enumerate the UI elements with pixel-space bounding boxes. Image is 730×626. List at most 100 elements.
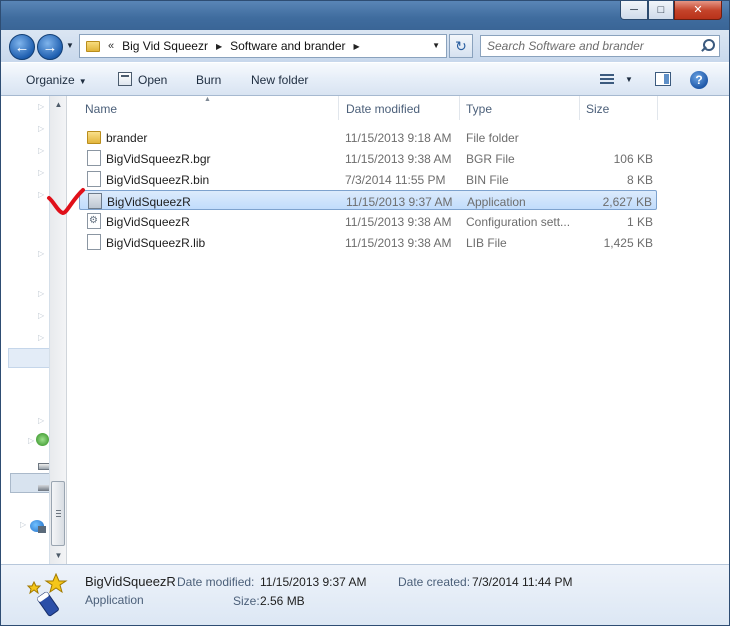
- recent-locations-dropdown[interactable]: ▼: [66, 41, 74, 50]
- folder-icon: [86, 40, 100, 52]
- expand-arrow-icon[interactable]: ▷: [38, 289, 44, 298]
- file-row-selected[interactable]: BigVidSqueezR 11/15/2013 9:37 AM Applica…: [79, 190, 657, 210]
- file-row[interactable]: brander 11/15/2013 9:18 AM File folder: [79, 127, 657, 147]
- maximize-button[interactable]: □: [648, 0, 674, 20]
- forward-button[interactable]: →: [37, 34, 63, 60]
- preview-pane-icon[interactable]: [655, 72, 671, 86]
- scroll-up-icon[interactable]: ▲: [50, 96, 67, 113]
- open-icon[interactable]: [118, 72, 132, 86]
- file-name: BigVidSqueezR: [106, 215, 190, 229]
- nav-pane-item[interactable]: [8, 348, 49, 368]
- file-size: 1,425 KB: [603, 236, 653, 250]
- file-size: 8 KB: [626, 173, 653, 187]
- file-size: 106 KB: [613, 152, 653, 166]
- grip-icon: [56, 510, 61, 518]
- expand-arrow-icon[interactable]: ▷: [38, 168, 44, 177]
- file-size: 2,627 KB: [602, 195, 652, 209]
- file-row[interactable]: BigVidSqueezR.bgr 11/15/2013 9:38 AM BGR…: [79, 148, 657, 168]
- date-modified-value: 11/15/2013 9:37 AM: [260, 575, 367, 589]
- search-icon[interactable]: [698, 37, 716, 55]
- column-divider[interactable]: [338, 96, 339, 120]
- organize-button[interactable]: Organize ▼: [26, 73, 87, 87]
- details-file-type: Application: [85, 593, 144, 607]
- open-button[interactable]: Open: [138, 73, 167, 87]
- column-header-type[interactable]: Type: [466, 102, 492, 116]
- document-icon: [87, 150, 101, 166]
- expand-arrow-icon[interactable]: ▷: [38, 146, 44, 155]
- arrow-left-icon: ←: [14, 38, 30, 56]
- chevron-right-icon[interactable]: ▶: [354, 42, 360, 51]
- file-date: 11/15/2013 9:38 AM: [345, 152, 452, 166]
- file-name: BigVidSqueezR: [107, 195, 191, 209]
- column-header-size[interactable]: Size: [586, 102, 609, 116]
- file-date: 11/15/2013 9:37 AM: [346, 195, 453, 209]
- expand-arrow-icon[interactable]: ▷: [38, 311, 44, 320]
- size-label: Size:: [233, 594, 260, 608]
- search-box: [480, 35, 720, 57]
- breadcrumb-item[interactable]: Big Vid Squeezr: [122, 39, 208, 53]
- expand-arrow-icon[interactable]: ▷: [38, 249, 44, 258]
- sort-ascending-icon: ▲: [204, 96, 211, 103]
- refresh-button[interactable]: ↻: [449, 34, 473, 58]
- file-list: ▲ Name Date modified Type Size brander 1…: [67, 96, 730, 564]
- file-row[interactable]: BigVidSqueezR.lib 11/15/2013 9:38 AM LIB…: [79, 232, 657, 252]
- config-file-icon: [87, 213, 101, 229]
- column-headers: ▲ Name Date modified Type Size: [67, 96, 730, 120]
- expand-arrow-icon[interactable]: ▷: [38, 102, 44, 111]
- title-bar: ─ □ ✕: [0, 0, 730, 30]
- size-value: 2.56 MB: [260, 594, 305, 608]
- document-icon: [87, 234, 101, 250]
- file-date: 11/15/2013 9:18 AM: [345, 131, 452, 145]
- new-folder-button[interactable]: New folder: [251, 73, 308, 87]
- back-button[interactable]: ←: [9, 34, 35, 60]
- view-options-dropdown[interactable]: ▼: [625, 75, 633, 84]
- file-name: brander: [106, 131, 148, 145]
- expand-arrow-icon[interactable]: ▷: [38, 333, 44, 342]
- chevron-down-icon: ▼: [78, 77, 87, 86]
- expand-arrow-icon[interactable]: ▷: [28, 436, 34, 445]
- file-date: 11/15/2013 9:38 AM: [345, 236, 452, 250]
- chevron-right-icon[interactable]: ▶: [216, 42, 222, 51]
- change-view-icon[interactable]: [600, 74, 614, 85]
- file-size: 1 KB: [626, 215, 653, 229]
- file-name: BigVidSqueezR.bin: [106, 173, 210, 187]
- expand-arrow-icon[interactable]: ▷: [38, 416, 44, 425]
- address-bar[interactable]: « Big Vid Squeezr ▶ Software and brander…: [79, 34, 447, 58]
- file-row[interactable]: BigVidSqueezR 11/15/2013 9:38 AM Configu…: [79, 211, 657, 231]
- column-divider[interactable]: [579, 96, 580, 120]
- expand-arrow-icon[interactable]: ▷: [38, 190, 44, 199]
- drive-icon[interactable]: [38, 463, 49, 470]
- scroll-down-icon[interactable]: ▼: [50, 547, 67, 564]
- column-divider[interactable]: [459, 96, 460, 120]
- help-button[interactable]: ?: [690, 71, 708, 89]
- homegroup-icon[interactable]: [36, 433, 49, 446]
- column-header-date-modified[interactable]: Date modified: [346, 102, 420, 116]
- column-divider[interactable]: [657, 96, 658, 120]
- expand-arrow-icon[interactable]: ▷: [20, 520, 26, 529]
- file-type: BGR File: [466, 152, 515, 166]
- arrow-right-icon: →: [42, 38, 58, 56]
- file-row[interactable]: BigVidSqueezR.bin 7/3/2014 11:55 PM BIN …: [79, 169, 657, 189]
- breadcrumb-item[interactable]: Software and brander: [230, 39, 345, 53]
- search-input[interactable]: [481, 36, 698, 56]
- red-checkmark-annotation: [47, 188, 85, 216]
- file-date: 11/15/2013 9:38 AM: [345, 215, 452, 229]
- minimize-button[interactable]: ─: [620, 0, 648, 20]
- details-file-name: BigVidSqueezR: [85, 574, 176, 589]
- scrollbar-thumb[interactable]: [51, 481, 65, 546]
- file-type: BIN File: [466, 173, 509, 187]
- column-header-name[interactable]: Name: [85, 102, 117, 116]
- file-type: LIB File: [466, 236, 507, 250]
- file-name: BigVidSqueezR.bgr: [106, 152, 211, 166]
- date-created-label: Date created:: [398, 575, 471, 589]
- address-dropdown-icon[interactable]: ▼: [432, 41, 440, 50]
- file-type: File folder: [466, 131, 519, 145]
- close-button[interactable]: ✕: [674, 0, 722, 20]
- nav-pane-scrollbar[interactable]: ▲ ▼: [50, 96, 67, 564]
- drive-icon[interactable]: [38, 485, 49, 491]
- application-icon: [26, 573, 68, 617]
- burn-button[interactable]: Burn: [196, 73, 221, 87]
- expand-arrow-icon[interactable]: ▷: [38, 124, 44, 133]
- file-date: 7/3/2014 11:55 PM: [345, 173, 446, 187]
- breadcrumb-overflow[interactable]: «: [108, 40, 114, 52]
